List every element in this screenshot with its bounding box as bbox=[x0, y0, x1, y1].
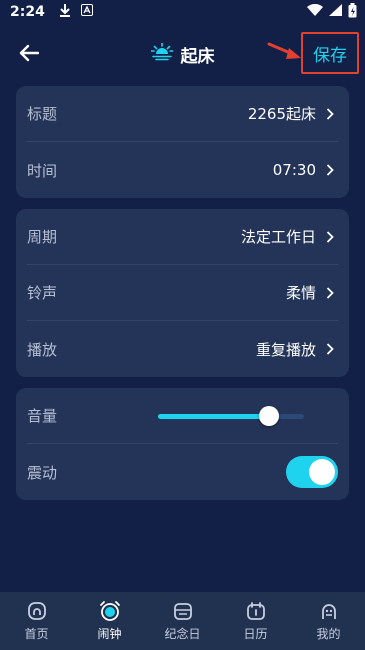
cycle-row[interactable]: 周期 法定工作日 bbox=[27, 209, 338, 265]
time-row-value: 07:30 bbox=[272, 161, 316, 179]
back-button[interactable] bbox=[14, 38, 44, 68]
ringtone-row-label: 铃声 bbox=[27, 284, 58, 302]
vibrate-toggle-knob bbox=[309, 459, 335, 485]
chevron-right-icon bbox=[322, 164, 338, 176]
ringtone-row[interactable]: 铃声 柔情 bbox=[27, 265, 338, 321]
tab-calendar-label: 日历 bbox=[243, 627, 268, 641]
anniversary-icon bbox=[173, 600, 193, 622]
basic-settings-card: 标题 2265起床 时间 07:30 bbox=[16, 86, 349, 198]
chevron-right-icon bbox=[322, 286, 338, 299]
tab-alarm-label: 闹钟 bbox=[97, 627, 122, 641]
app-notification-icon bbox=[80, 4, 93, 20]
profile-icon bbox=[319, 600, 339, 622]
tab-profile[interactable]: 我的 bbox=[292, 592, 365, 650]
header: 起床 保存 bbox=[0, 30, 365, 78]
volume-slider-thumb[interactable] bbox=[258, 405, 279, 426]
playback-row-label: 播放 bbox=[27, 340, 58, 359]
back-arrow-icon bbox=[19, 44, 39, 62]
wifi-icon bbox=[307, 3, 323, 20]
page-title-group: 起床 bbox=[149, 42, 215, 67]
tab-alarm[interactable]: 闹钟 bbox=[73, 592, 146, 650]
tab-profile-label: 我的 bbox=[316, 627, 341, 641]
download-icon bbox=[59, 3, 71, 21]
time-row[interactable]: 时间 07:30 bbox=[27, 142, 338, 198]
playback-row-value: 重复播放 bbox=[255, 340, 316, 359]
vibrate-row-label: 震动 bbox=[27, 463, 58, 482]
signal-icon bbox=[329, 4, 342, 20]
volume-row-label: 音量 bbox=[27, 407, 58, 425]
page-title: 起床 bbox=[180, 46, 215, 67]
status-time: 2:24 bbox=[10, 4, 45, 20]
status-bar: 2:24 bbox=[0, 0, 365, 24]
bottom-tab-bar: 首页 闹钟 纪念日 日历 我的 bbox=[0, 592, 365, 650]
sunrise-icon bbox=[149, 42, 174, 65]
calendar-icon bbox=[246, 600, 266, 622]
battery-icon bbox=[348, 2, 357, 22]
pointer-arrow-annotation bbox=[267, 42, 303, 66]
tab-home[interactable]: 首页 bbox=[0, 592, 73, 650]
tab-calendar[interactable]: 日历 bbox=[219, 592, 292, 650]
save-button[interactable]: 保存 bbox=[301, 32, 359, 74]
cycle-row-label: 周期 bbox=[27, 228, 58, 246]
chevron-right-icon bbox=[322, 107, 338, 120]
vibrate-toggle[interactable] bbox=[286, 456, 338, 488]
cycle-row-value: 法定工作日 bbox=[240, 228, 316, 246]
title-row[interactable]: 标题 2265起床 bbox=[27, 86, 338, 142]
ringtone-row-value: 柔情 bbox=[285, 284, 316, 302]
home-icon bbox=[27, 600, 47, 622]
tab-anniversary[interactable]: 纪念日 bbox=[146, 592, 219, 650]
chevron-right-icon bbox=[322, 230, 338, 243]
chevron-right-icon bbox=[322, 343, 338, 355]
time-row-label: 时间 bbox=[27, 161, 58, 180]
tab-home-label: 首页 bbox=[24, 627, 49, 641]
sound-settings-card: 音量 震动 bbox=[16, 388, 349, 500]
repeat-settings-card: 周期 法定工作日 铃声 柔情 播放 重复播放 bbox=[16, 209, 349, 377]
playback-row[interactable]: 播放 重复播放 bbox=[27, 321, 338, 377]
title-row-label: 标题 bbox=[27, 105, 58, 123]
tab-anniversary-label: 纪念日 bbox=[164, 627, 201, 641]
volume-slider-fill bbox=[158, 413, 269, 419]
vibrate-row: 震动 bbox=[27, 444, 338, 500]
alarm-clock-icon bbox=[99, 600, 121, 622]
volume-row: 音量 bbox=[27, 388, 338, 444]
title-row-value: 2265起床 bbox=[247, 105, 316, 123]
volume-slider[interactable] bbox=[158, 405, 304, 426]
